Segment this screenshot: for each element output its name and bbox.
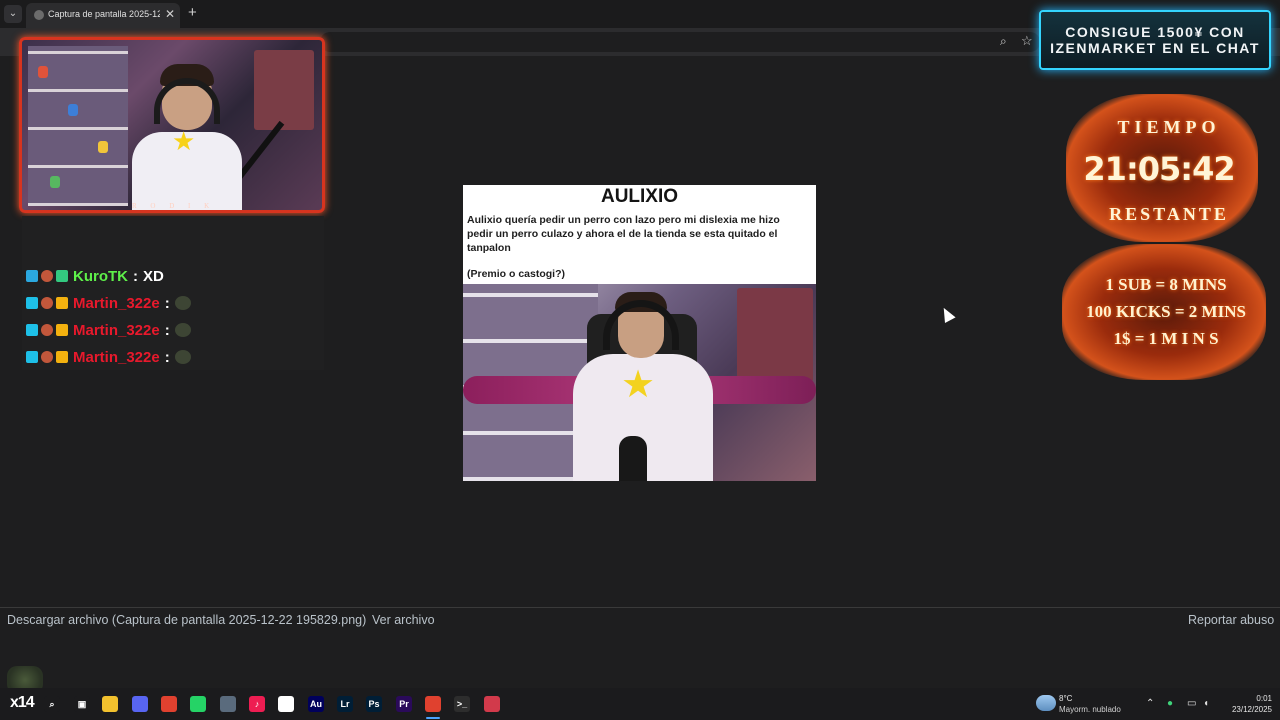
webcam-name-plate: R O D I K — [132, 202, 216, 210]
emote-icon — [174, 296, 191, 310]
chat-text: XD — [143, 267, 164, 285]
new-tab-button[interactable]: + — [188, 4, 197, 21]
chat-message: KuroTK : XD — [26, 266, 164, 286]
photo-microphone — [619, 436, 647, 481]
timer-label-restante: RESTANTE — [1109, 204, 1229, 224]
webcam-overlay: ★ R O D I K — [19, 37, 325, 213]
clock-time[interactable]: 0:01 — [1242, 694, 1272, 703]
mouse-cursor-icon — [938, 305, 956, 323]
chat-username[interactable]: Martin_322e — [73, 295, 160, 312]
terminal-icon[interactable]: >_ — [454, 696, 470, 712]
clock-date[interactable]: 23/12/2025 — [1226, 705, 1272, 714]
badge-icon — [56, 270, 68, 282]
badge-icon — [26, 270, 38, 282]
download-file-link[interactable]: Descargar archivo (Captura de pantalla 2… — [7, 613, 366, 627]
zoom-icon[interactable]: ⌕ — [1000, 34, 1007, 49]
file-explorer-icon[interactable] — [102, 696, 118, 712]
tiktok-icon[interactable]: ♪ — [249, 696, 265, 712]
crown-badge-icon — [56, 351, 68, 363]
discord-icon[interactable] — [132, 696, 148, 712]
badge-icon — [26, 351, 38, 363]
network-icon[interactable]: ▭ — [1187, 698, 1196, 709]
lightroom-icon[interactable]: Lr — [337, 696, 353, 712]
shelf-toy — [50, 176, 60, 188]
shelf-toy — [98, 141, 108, 153]
card-body: Aulixio quería pedir un perro con lazo p… — [467, 214, 780, 254]
subathon-rule: 100 KICKS = 2 MINS — [1086, 302, 1246, 321]
tab-title: Captura de pantalla 2025-12-22 — [48, 9, 160, 19]
badge-icon — [26, 324, 38, 336]
chat-separator: : — [133, 267, 138, 285]
webcam-poster — [254, 50, 314, 130]
chat-separator: : — [164, 348, 170, 366]
weather-cloud-icon[interactable] — [1036, 695, 1056, 711]
emote-icon — [174, 350, 191, 364]
emote-icon — [174, 323, 191, 337]
calendar-app-icon[interactable] — [484, 696, 500, 712]
view-file-link[interactable]: Ver archivo — [372, 613, 435, 627]
chat-username[interactable]: Martin_322e — [73, 322, 160, 339]
search-icon[interactable]: ⌕ — [44, 696, 60, 712]
tab-close-icon[interactable]: ✕ — [165, 7, 175, 21]
volume-icon[interactable]: ◖ — [1203, 698, 1209, 709]
badge-icon — [41, 324, 53, 336]
shelf-toy — [38, 66, 48, 78]
timer-label: TIEMPO — [1117, 117, 1221, 137]
badge-icon — [41, 270, 53, 282]
chat-message: Martin_322e : — [26, 293, 191, 313]
subathon-rule: 1$ = 1 M I N S — [1113, 329, 1219, 348]
star-icon: ★ — [172, 126, 196, 156]
timer-value: 21:05:42 — [1083, 150, 1235, 188]
microphone-icon[interactable]: ● — [1167, 698, 1173, 709]
start-logo[interactable]: x14 — [10, 694, 35, 712]
card-title: AULIXIO — [600, 186, 679, 207]
chrome-active-icon[interactable] — [425, 696, 441, 712]
webcam-shelf — [28, 46, 128, 206]
taskbar: x14 ⌕ ▣ ♪ Au Lr Ps Pr >_ 8°C Mayorm. nublado ⌃ … — [0, 688, 1280, 720]
whatsapp-icon[interactable] — [190, 696, 206, 712]
capcut-icon[interactable] — [278, 696, 294, 712]
browser-tab[interactable]: Captura de pantalla 2025-12-22 ✕ — [26, 3, 180, 28]
weather-description[interactable]: Mayorm. nublado — [1059, 705, 1121, 714]
card-photo: ★ — [463, 284, 816, 481]
bookmark-star-icon[interactable]: ☆ — [1021, 33, 1033, 49]
image-card: AULIXIO Aulixio quería pedir un perro co… — [463, 185, 816, 481]
steam-icon[interactable] — [220, 696, 236, 712]
badge-icon — [26, 297, 38, 309]
premiere-icon[interactable]: Pr — [396, 696, 412, 712]
chat-separator: : — [164, 294, 170, 312]
tray-chevron-icon[interactable]: ⌃ — [1146, 698, 1154, 709]
tab-search-menu-button[interactable]: ⌄ — [4, 5, 22, 23]
subathon-rule: 1 SUB = 8 MINS — [1105, 275, 1227, 294]
chat-message: Martin_322e : — [26, 320, 191, 340]
task-view-icon[interactable]: ▣ — [74, 696, 90, 712]
chat-separator: : — [164, 321, 170, 339]
chat-username[interactable]: KuroTK — [73, 268, 128, 285]
promo-line: IZENMARKET EN EL CHAT — [1050, 40, 1260, 56]
crown-badge-icon — [56, 324, 68, 336]
chrome-icon[interactable] — [161, 696, 177, 712]
weather-temp[interactable]: 8°C — [1059, 694, 1072, 703]
address-bar[interactable] — [320, 32, 1040, 52]
photoshop-icon[interactable]: Ps — [366, 696, 382, 712]
footer-divider — [0, 607, 1280, 608]
promo-line: CONSIGUE 1500¥ CON — [1065, 24, 1245, 40]
promo-banner: CONSIGUE 1500¥ CON IZENMARKET EN EL CHAT — [1039, 10, 1271, 70]
star-icon: ★ — [621, 364, 656, 406]
badge-icon — [41, 351, 53, 363]
tab-favicon-icon — [34, 10, 44, 20]
crown-badge-icon — [56, 297, 68, 309]
chat-message: Martin_322e : — [26, 347, 191, 367]
streamer: ★ — [132, 64, 242, 210]
chat-username[interactable]: Martin_322e — [73, 349, 160, 366]
badge-icon — [41, 297, 53, 309]
chat-panel: KuroTK : XD Martin_322e : Martin_322e : … — [22, 216, 324, 370]
shelf-toy — [68, 104, 78, 116]
active-app-indicator — [426, 717, 440, 719]
report-abuse-link[interactable]: Reportar abuso — [1188, 613, 1274, 627]
card-subtitle: (Premio o castogi?) — [467, 268, 566, 280]
audition-icon[interactable]: Au — [308, 696, 324, 712]
photo-poster — [737, 288, 813, 382]
